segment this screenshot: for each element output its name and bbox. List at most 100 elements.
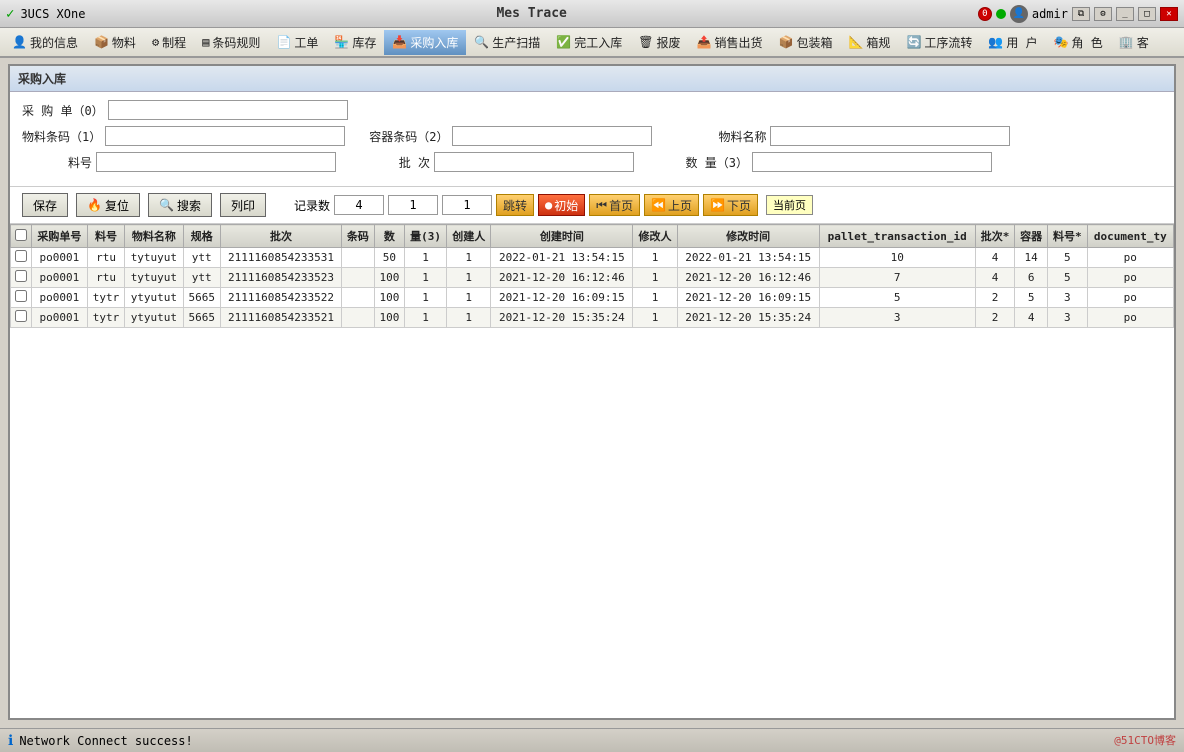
records-label: 记录数 — [294, 197, 330, 214]
minimize-button[interactable]: _ — [1116, 7, 1134, 21]
jump-button[interactable]: 跳转 — [496, 194, 534, 216]
menu-inventory-label: 库存 — [352, 34, 376, 51]
row-checkbox-cell[interactable] — [11, 268, 32, 288]
cell-qty2: 1 — [405, 248, 447, 268]
records-count-input[interactable] — [334, 195, 384, 215]
pack-box-icon: 📦 — [779, 35, 794, 49]
table-row[interactable]: po0001tytrytyutut56652111160854233521100… — [11, 308, 1174, 328]
row-checkbox-cell[interactable] — [11, 308, 32, 328]
titlebar-right: 0 👤 admir ⧉ ⚙ _ □ ✕ — [978, 5, 1178, 23]
menu-process-flow[interactable]: 🔄 工序流转 — [898, 30, 980, 55]
row-checkbox-cell[interactable] — [11, 248, 32, 268]
statusbar: ℹ Network Connect success! @51CTO博客 — [0, 728, 1184, 752]
settings-button[interactable]: ⚙ — [1094, 7, 1112, 21]
menu-process[interactable]: ⚙ 制程 — [144, 30, 194, 55]
prev-button[interactable]: ⏪ 上页 — [644, 194, 699, 216]
process-flow-icon: 🔄 — [906, 35, 921, 49]
row-checkbox[interactable] — [15, 290, 27, 302]
form-row-2: 物料条码（1） 容器条码（2） 物料名称 — [22, 126, 1162, 146]
cell-pallet-id: 5 — [819, 288, 975, 308]
menu-barcode[interactable]: ▤ 条码规则 — [194, 30, 268, 55]
menu-my-info-label: 我的信息 — [30, 34, 78, 51]
container-barcode-input[interactable] — [452, 126, 652, 146]
first-button[interactable]: ● 初始 — [538, 194, 585, 216]
material-name-input[interactable] — [770, 126, 1010, 146]
menu-workorder[interactable]: 📄 工单 — [268, 30, 326, 55]
cell-modifier: 1 — [633, 308, 677, 328]
menu-roles[interactable]: 🎭 角 色 — [1046, 30, 1111, 55]
select-all-checkbox[interactable] — [15, 229, 27, 241]
cell-purchase-no: po0001 — [32, 288, 88, 308]
save-button[interactable]: 保存 — [22, 193, 68, 217]
row-checkbox[interactable] — [15, 310, 27, 322]
titlebar: ✓ 3UCS XOne Mes Trace 0 👤 admir ⧉ ⚙ _ □ … — [0, 0, 1184, 28]
section-header: 采购入库 — [10, 66, 1174, 92]
close-button[interactable]: ✕ — [1160, 7, 1178, 21]
quantity-input[interactable] — [752, 152, 992, 172]
menu-material[interactable]: 📦 物料 — [86, 30, 144, 55]
page-current-input[interactable] — [388, 195, 438, 215]
next-icon: ⏩ — [710, 198, 725, 212]
material-barcode-input[interactable] — [105, 126, 345, 146]
batch-input[interactable] — [434, 152, 634, 172]
row-checkbox[interactable] — [15, 270, 27, 282]
purchase-order-input[interactable] — [108, 100, 348, 120]
menu-report-label: 报废 — [657, 34, 681, 51]
menu-finish-in[interactable]: ✅ 完工入库 — [548, 30, 630, 55]
table-row[interactable]: po0001tytrytyutut56652111160854233522100… — [11, 288, 1174, 308]
menu-inventory[interactable]: 🏪 库存 — [326, 30, 384, 55]
cell-qty1: 100 — [374, 308, 404, 328]
status-message: Network Connect success! — [19, 734, 192, 748]
cell-pallet-id: 3 — [819, 308, 975, 328]
menu-users[interactable]: 👥 用 户 — [980, 30, 1045, 55]
cell-item-no: rtu — [87, 248, 124, 268]
menu-pack-box[interactable]: 📦 包装箱 — [771, 30, 841, 55]
cell-doc-type: po — [1087, 308, 1173, 328]
menu-purchase-in-label: 采购入库 — [410, 34, 458, 51]
menu-customer[interactable]: 🏢 客 — [1111, 30, 1157, 55]
row-checkbox[interactable] — [15, 250, 27, 262]
cell-qty2: 1 — [405, 288, 447, 308]
col-header-doc-type: document_ty — [1087, 225, 1173, 248]
menu-purchase-in[interactable]: 📥 采购入库 — [384, 30, 466, 55]
reset-icon: 🔥 — [87, 198, 102, 212]
cell-barcode — [342, 268, 375, 288]
pagination-area: 记录数 跳转 ● 初始 ⏮ 首页 ⏪ 上页 — [294, 194, 758, 216]
row-checkbox-cell[interactable] — [11, 288, 32, 308]
app-name: 3UCS XOne — [20, 7, 85, 21]
first-label: 初始 — [554, 197, 578, 214]
page-total-input[interactable] — [442, 195, 492, 215]
cell-pallet-id: 7 — [819, 268, 975, 288]
main-content: 采购入库 采 购 单（0） 物料条码（1） 容器条码（2） 物料名称 料号 — [8, 64, 1176, 720]
cell-modify-time: 2021-12-20 16:09:15 — [677, 288, 819, 308]
menu-prod-scan[interactable]: 🔍 生产扫描 — [466, 30, 548, 55]
quantity-label: 数 量（3） — [678, 154, 748, 171]
search-button[interactable]: 🔍 搜索 — [148, 193, 212, 217]
home-button[interactable]: ⏮ 首页 — [589, 194, 640, 216]
reset-button[interactable]: 🔥 复位 — [76, 193, 140, 217]
purchase-in-icon: 📥 — [392, 35, 407, 49]
cell-create-time: 2021-12-20 16:09:15 — [491, 288, 633, 308]
titlebar-left: ✓ 3UCS XOne — [6, 6, 85, 22]
menu-sales-out[interactable]: 📤 销售出货 — [689, 30, 771, 55]
cell-material-name: tytuyut — [125, 248, 183, 268]
menu-box-rule[interactable]: 📐 箱规 — [840, 30, 898, 55]
next-button[interactable]: ⏩ 下页 — [703, 194, 758, 216]
item-no-input[interactable] — [96, 152, 336, 172]
restore-button[interactable]: ⧉ — [1072, 7, 1090, 21]
material-barcode-label: 物料条码（1） — [22, 128, 101, 145]
cell-spec: 5665 — [183, 288, 220, 308]
barcode-icon: ▤ — [202, 35, 209, 49]
cell-spec: 5665 — [183, 308, 220, 328]
table-row[interactable]: po0001rtutytuyutytt211116085423352310011… — [11, 268, 1174, 288]
table-row[interactable]: po0001rtutytuyutytt211116085423353150112… — [11, 248, 1174, 268]
menu-report[interactable]: 🗑 报废 — [630, 30, 688, 55]
notification-badge[interactable]: 0 — [978, 7, 992, 21]
table-header-checkbox[interactable] — [11, 225, 32, 248]
cell-batch-star: 2 — [975, 308, 1015, 328]
print-button[interactable]: 列印 — [220, 193, 266, 217]
maximize-button[interactable]: □ — [1138, 7, 1156, 21]
app-title: Mes Trace — [496, 6, 566, 21]
cell-item-star: 5 — [1047, 248, 1087, 268]
menu-my-info[interactable]: 👤 我的信息 — [4, 30, 86, 55]
